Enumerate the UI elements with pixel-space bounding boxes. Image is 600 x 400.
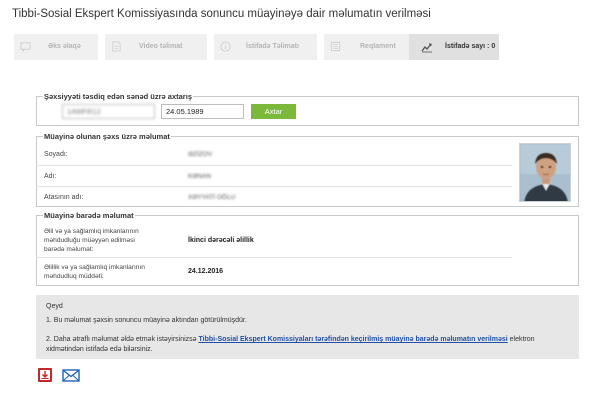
person-photo xyxy=(519,143,571,202)
mail-icon xyxy=(62,367,80,383)
pdf-download-button[interactable] xyxy=(36,367,54,383)
disability-term-row: Əlillik və ya sağlamlıq imkanlarının məh… xyxy=(36,257,512,287)
disability-label-line-2: məhdudluğu müəyyən edilməsi xyxy=(44,237,135,244)
note-box: Qeyd 1. Bu məlumat şəxsin sonuncu müayin… xyxy=(36,295,579,359)
note-title: Qeyd xyxy=(46,303,63,310)
exam-service-link[interactable]: Tibbi-Sosial Ekspert Komissiyaları tərəf… xyxy=(199,336,508,343)
usage-count: İstifadə sayı :0 xyxy=(409,34,499,60)
disability-label-line-1: Əlil və ya sağlamlıq imkanlarının xyxy=(44,228,139,235)
note-item-2: 2. Daha ətraflı məlumat əldə etmək istəy… xyxy=(46,335,571,355)
disability-term-value: 24.12.2016 xyxy=(188,268,224,275)
feedback-button[interactable]: Əks əlaqə xyxy=(14,34,98,60)
search-legend: Şəxsiyyəti təsdiq edən sənəd üzrə axtarı… xyxy=(44,92,192,101)
pdf-download-icon xyxy=(36,367,54,383)
user-guide-button[interactable]: İstifadə Təlimatı xyxy=(214,34,317,60)
birth-date-input[interactable]: 24.05.1989 xyxy=(161,104,244,119)
exam-legend: Müayinə barədə məlumat xyxy=(44,211,134,220)
patronymic-value: XƏYYATİ OĞLU xyxy=(188,194,236,201)
note-item-2-text: 2. Daha ətraflı məlumat əldə etmək istəy… xyxy=(46,336,199,343)
video-tutorial-label: Video təlimat xyxy=(139,43,183,50)
usage-count-label: İstifadə sayı : xyxy=(445,43,490,50)
person-row-surname: Soyadı: ƏZİZOV xyxy=(36,144,512,165)
search-button[interactable]: Axtar xyxy=(251,104,296,119)
usage-count-value: 0 xyxy=(491,43,496,50)
person-legend: Müayinə olunan şəxs üzrə məlumat xyxy=(44,132,170,141)
disability-term-label-line-1: Əlillik və ya sağlamlıq imkanlarının xyxy=(44,264,145,271)
list-icon xyxy=(330,41,341,52)
mail-button[interactable] xyxy=(62,367,80,383)
disability-row: Əlil və ya sağlamlıq imkanlarının məhdud… xyxy=(36,223,512,257)
person-rows: Soyadı: ƏZİZOV Adı: KƏNAN Atasının adı: … xyxy=(36,144,512,207)
disability-value: İkinci dərəcəli əlillik xyxy=(188,237,254,244)
reglament-label: Reqlament xyxy=(360,43,396,50)
info-icon xyxy=(220,41,231,52)
person-row-name: Adı: KƏNAN xyxy=(36,165,512,187)
name-label: Adı: xyxy=(44,173,57,180)
reglament-button[interactable]: Reqlament xyxy=(324,34,412,60)
person-row-patronymic: Atasının adı: XƏYYATİ OĞLU xyxy=(36,186,512,208)
chart-trend-icon xyxy=(421,41,433,53)
feedback-button-label: Əks əlaqə xyxy=(48,43,81,50)
document-number-input[interactable]: 14WFR12 xyxy=(62,104,155,119)
name-value: KƏNAN xyxy=(188,173,211,180)
document-icon xyxy=(111,41,122,52)
video-tutorial-button[interactable]: Video təlimat xyxy=(105,34,207,60)
page-title: Tibbi-Sosial Ekspert Komissiyasında sonu… xyxy=(12,8,431,20)
exam-rows: Əlil və ya sağlamlıq imkanlarının məhdud… xyxy=(36,223,512,286)
disability-term-label: Əlillik və ya sağlamlıq imkanlarının məh… xyxy=(44,263,145,281)
disability-label: Əlil və ya sağlamlıq imkanlarının məhdud… xyxy=(44,227,139,254)
surname-label: Soyadı: xyxy=(44,151,68,158)
feedback-icon xyxy=(20,41,31,52)
disability-label-line-3: barədə məlumat: xyxy=(44,246,94,253)
user-guide-label: İstifadə Təlimatı xyxy=(246,43,299,50)
surname-value: ƏZİZOV xyxy=(188,151,213,158)
patronymic-label: Atasının adı: xyxy=(44,194,84,201)
note-item-1: 1. Bu məlumat şəxsin sonuncu müayinə akt… xyxy=(46,317,247,324)
disability-term-label-line-2: məhdudluq müddəti: xyxy=(44,273,104,280)
